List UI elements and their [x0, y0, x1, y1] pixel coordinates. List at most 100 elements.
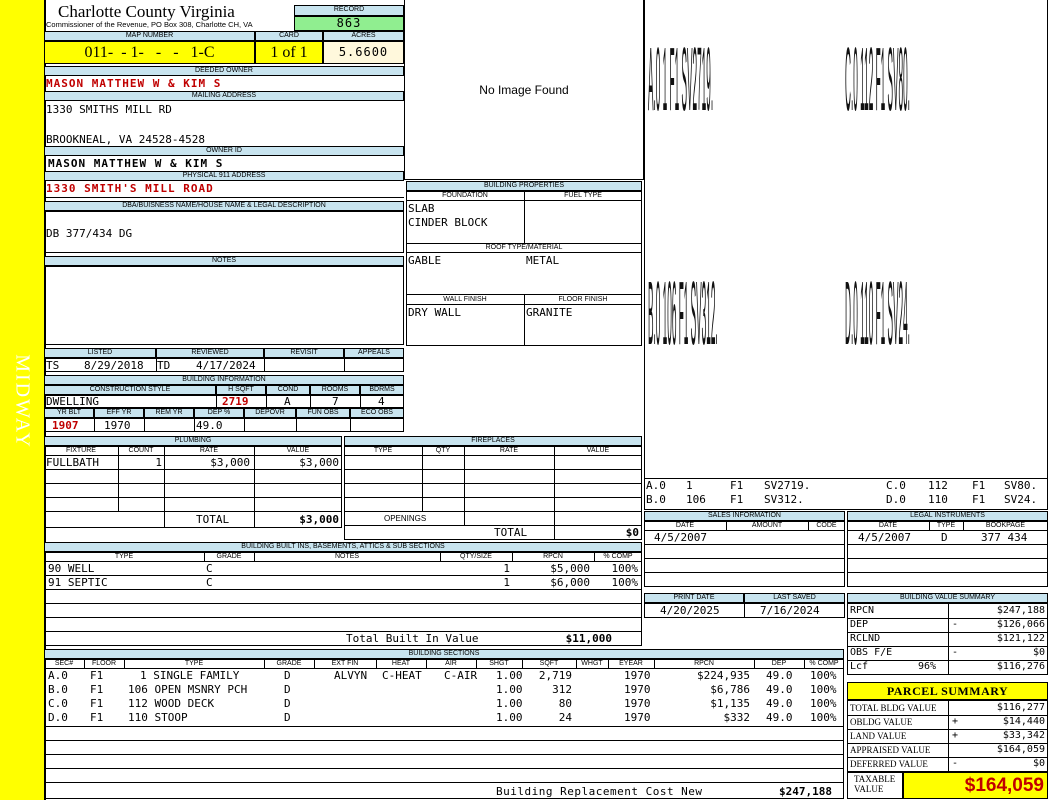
- wall-finish: DRY WALL: [408, 306, 461, 319]
- mailing-address-label: MAILING ADDRESS: [44, 91, 404, 101]
- foundation1: SLAB: [408, 202, 435, 215]
- appeals-label: APPEALS: [344, 348, 404, 358]
- reviewed-by: TD: [157, 359, 171, 372]
- builtin-total: $11,000: [565, 632, 612, 645]
- rooms: 7: [332, 395, 339, 408]
- foundation2: CINDER BLOCK: [408, 216, 488, 229]
- district-label: MIDWAY: [11, 354, 34, 449]
- physical-address-label: PHYSICAL 911 ADDRESS: [44, 171, 404, 181]
- condition: A: [284, 395, 291, 408]
- map-number-label: MAP NUMBER: [44, 31, 255, 41]
- taxable-value: $164,059: [903, 772, 1048, 799]
- section-row: A.0 F1 1 SINGLE FAMILY D ALVYN C-HEAT C-AIR…: [48, 669, 837, 682]
- deeded-owner: MASON MATTHEW W & KIM S: [46, 77, 222, 90]
- sections-title: BUILDING SECTIONS: [44, 649, 844, 659]
- deeded-owner-label: DEEDED OWNER: [44, 66, 404, 76]
- plumbing-count: 1: [155, 456, 162, 469]
- parcel-summary-title: PARCEL SUMMARY: [847, 682, 1048, 700]
- fireplace-total-label: TOTAL: [494, 526, 528, 539]
- floor-label: FLOOR FINISH: [558, 296, 608, 303]
- acres-value: 5.6600: [323, 41, 404, 64]
- print-date: 4/20/2025: [660, 604, 720, 617]
- legal-bookpage: 377 434: [981, 531, 1028, 544]
- legal-title: LEGAL INSTRUMENTS: [847, 511, 1048, 521]
- sales-title: SALES INFORMATION: [644, 511, 845, 521]
- builtin-total-label: Total Built In Value: [346, 632, 479, 645]
- plumbing-total-label: TOTAL: [196, 513, 230, 526]
- bedrooms: 4: [378, 395, 385, 408]
- dba-value: DB 377/434 DG: [46, 227, 133, 240]
- reviewed-label: REVIEWED: [156, 348, 264, 358]
- listed-by: TS: [46, 359, 60, 372]
- floor-finish: GRANITE: [526, 306, 573, 319]
- depreciation-pct: 49.0: [196, 419, 223, 432]
- sections-rows: A.0 F1 1 SINGLE FAMILY D ALVYN C-HEAT C-AIR…: [44, 669, 844, 727]
- acres-label: ACRES: [323, 31, 404, 41]
- roof-type: GABLE: [408, 254, 442, 267]
- sketch-label-b: B.0 106 F1 SV312.: [648, 266, 718, 368]
- sketch-label-c: C.0 112 F1 SV80.: [845, 32, 910, 134]
- reviewed-date: 4/17/2024: [196, 359, 256, 372]
- revisit-label: REVISIT: [264, 348, 344, 358]
- builtin-row-type: 90 WELL: [48, 562, 95, 575]
- listed-label: LISTED: [44, 348, 156, 358]
- replacement-cost-label: Building Replacement Cost New: [496, 785, 703, 798]
- building-properties-title: BUILDING PROPERTIES: [406, 181, 642, 191]
- legal-type: D: [941, 531, 948, 544]
- plumbing-total: $3,000: [299, 513, 339, 526]
- card-value: 1 of 1: [255, 41, 323, 64]
- fireplace-openings-label: OPENINGS: [384, 514, 427, 523]
- sketch-label-a: A.0 1 F1 SV2719.: [648, 32, 714, 134]
- card-label: CARD: [255, 31, 323, 41]
- effective-year: 1970: [104, 419, 131, 432]
- year-built: 1907: [52, 419, 79, 432]
- sketch-label-d: D.0 110 F1 SV24.: [845, 266, 910, 368]
- listed-date: 8/29/2018: [84, 359, 144, 372]
- commissioner-text: Commissioner of the Revenue, PO Box 308,…: [46, 20, 253, 29]
- value-summary-title: BUILDING VALUE SUMMARY: [847, 593, 1048, 603]
- notes-box: [44, 266, 404, 345]
- record-label: RECORD: [294, 5, 404, 16]
- last-saved: 7/16/2024: [760, 604, 820, 617]
- roof-material: METAL: [526, 254, 560, 267]
- fireplace-total: $0: [625, 526, 639, 539]
- builtins-title: BUILDING BUILT INS, BASEMENTS, ATTICS & …: [44, 542, 642, 552]
- building-info-title: BUILDING INFORMATION: [44, 375, 404, 385]
- dba-label: DBA/BUISNESS NAME/HOUSE NAME & LEGAL DES…: [44, 201, 404, 211]
- section-row: D.0 F1 110 STOOP D 1.00 24 1970 $332 49.0 10…: [48, 711, 837, 724]
- roof-label: ROOF TYPE/MATERIAL: [485, 244, 563, 251]
- owner-id-label: OWNER ID: [44, 146, 404, 156]
- mailing-line1: 1330 SMITHS MILL RD: [46, 103, 172, 116]
- fireplaces-title: FIREPLACES: [344, 436, 642, 446]
- sale-date: 4/5/2007: [654, 531, 707, 544]
- value-summary-table: RPCN $247,188 DEP - $126,066 RCLND $121,122 …: [847, 603, 1048, 675]
- plumbing-fixture: FULLBATH: [46, 456, 99, 469]
- county-title: Charlotte County Virginia: [58, 2, 235, 21]
- plumbing-value: $3,000: [299, 456, 339, 469]
- sketch-legend: A.0 1 F1 SV2719. C.0 112 F1 SV80. B.0 10…: [646, 479, 1038, 506]
- replacement-cost: $247,188: [779, 785, 832, 798]
- notes-label: NOTES: [44, 256, 404, 266]
- taxable-label: TAXABLE VALUE: [854, 774, 896, 794]
- construction-style: DWELLING: [46, 395, 99, 408]
- foundation-label: FOUNDATION: [442, 192, 488, 199]
- plumbing-title: PLUMBING: [44, 436, 342, 446]
- legal-date: 4/5/2007: [858, 531, 911, 544]
- mailing-line2: BROOKNEAL, VA 24528-4528: [46, 133, 205, 146]
- district-sidebar: MIDWAY: [0, 0, 46, 800]
- record-value: 863: [294, 16, 404, 31]
- plumbing-rate: $3,000: [210, 456, 250, 469]
- no-image-text: No Image Found: [479, 83, 569, 97]
- last-saved-label: LAST SAVED: [744, 593, 845, 603]
- section-row: B.0 F1 106 OPEN MSNRY PCH D 1.00 312 1970 $…: [48, 683, 837, 696]
- parcel-summary-table: TOTAL BLDG VALUE $116,277 OBLDG VALUE + $14…: [847, 700, 1048, 772]
- heated-sqft: 2719: [222, 395, 249, 408]
- physical-address: 1330 SMITH'S MILL ROAD: [46, 182, 214, 195]
- owner-id: MASON MATTHEW W & KIM S: [48, 157, 224, 170]
- wall-label: WALL FINISH: [443, 296, 487, 303]
- section-row: C.0 F1 112 WOOD DECK D 1.00 80 1970 $1,135 4…: [48, 697, 837, 710]
- builtin-row-type: 91 SEPTIC: [48, 576, 108, 589]
- map-number: 011- - 1- - - 1-C: [44, 41, 255, 64]
- fuel-label: FUEL TYPE: [564, 192, 602, 199]
- print-date-label: PRINT DATE: [644, 593, 744, 603]
